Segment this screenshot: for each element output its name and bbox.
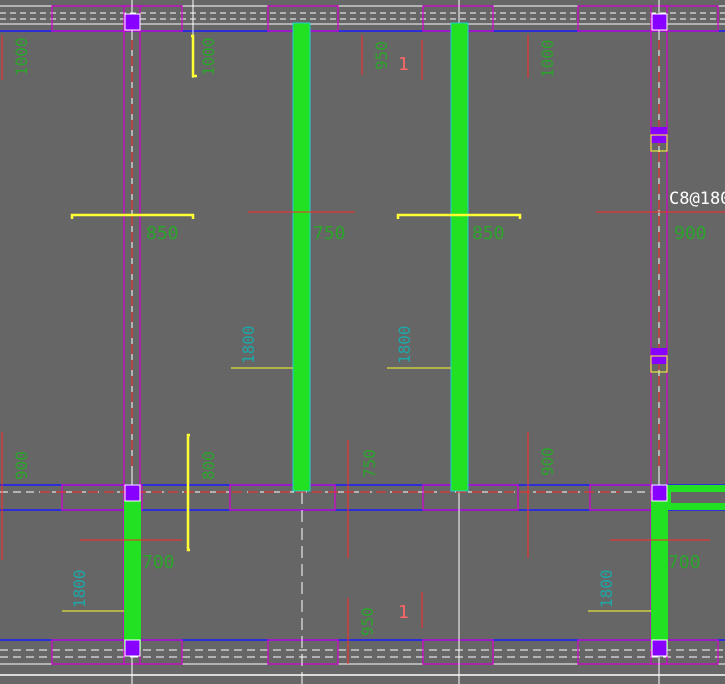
column-6 <box>651 639 668 657</box>
dim-700-b: 700 <box>668 552 701 573</box>
column-5 <box>124 639 141 657</box>
dim-750-low: 750 <box>360 449 379 478</box>
cad-canvas: 1000 1000 950 1000 900 800 750 900 950 1… <box>0 0 725 684</box>
dim-950-bot: 950 <box>358 607 377 636</box>
mark-top: 1 <box>398 54 409 75</box>
background <box>0 0 725 684</box>
dim-1800-c: 1800 <box>70 569 89 608</box>
dim-900-low: 900 <box>538 447 557 476</box>
dim-1000-a: 1000 <box>12 37 31 76</box>
column-4 <box>651 484 668 502</box>
dim-1800-d: 1800 <box>597 569 616 608</box>
rebar-label: C8@180 <box>669 189 725 209</box>
rebar-band-4 <box>651 500 668 650</box>
rebar-band-3 <box>124 500 141 650</box>
dim-900-right: 900 <box>674 223 707 244</box>
column-2 <box>651 13 668 31</box>
column-1 <box>124 13 141 31</box>
dim-850-a: 850 <box>146 223 179 244</box>
dim-700-a: 700 <box>142 552 175 573</box>
dim-950-top: 950 <box>372 41 391 70</box>
mark-bot: 1 <box>398 602 409 623</box>
dim-1000-c: 1000 <box>538 39 557 78</box>
dim-850-b: 850 <box>472 223 505 244</box>
rebar-band-1 <box>292 22 311 492</box>
dim-1800-a: 1800 <box>239 325 258 364</box>
dim-1800-b: 1800 <box>395 325 414 364</box>
dim-900-left: 900 <box>12 451 31 480</box>
dim-800: 800 <box>199 451 218 480</box>
column-3 <box>124 484 141 502</box>
dim-1000-b: 1000 <box>199 37 218 76</box>
rebar-band-2 <box>450 22 469 492</box>
dim-750-mid: 750 <box>313 223 346 244</box>
